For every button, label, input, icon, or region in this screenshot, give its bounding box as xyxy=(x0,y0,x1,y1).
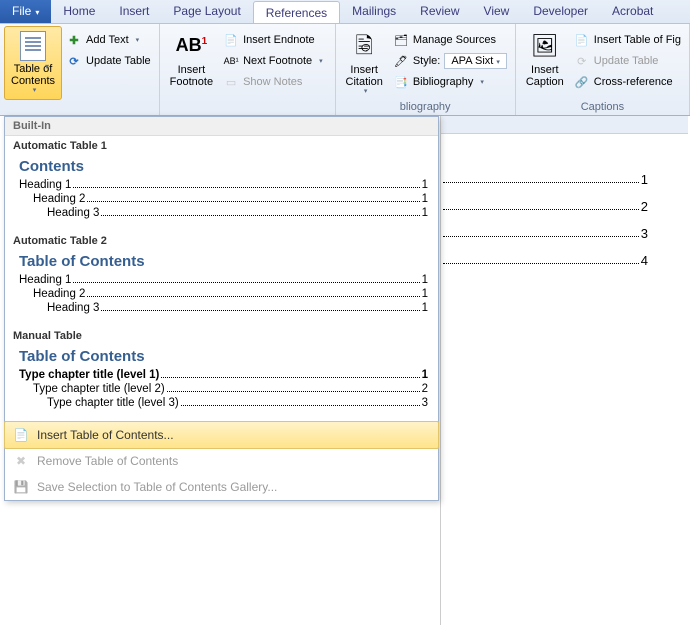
doc-toc-line: 4 xyxy=(441,253,648,268)
tab-page-layout[interactable]: Page Layout xyxy=(161,0,252,23)
save-icon: 💾 xyxy=(13,479,29,495)
tab-insert[interactable]: Insert xyxy=(107,0,161,23)
show-notes-button: ▭ Show Notes xyxy=(219,72,327,92)
cross-reference-button[interactable]: 🔗 Cross-reference xyxy=(570,72,685,92)
tab-file[interactable]: File xyxy=(0,0,51,23)
refresh-icon: ⟳ xyxy=(66,53,82,69)
cross-ref-icon: 🔗 xyxy=(574,74,590,90)
update-table-button[interactable]: ⟳ Update Table xyxy=(62,51,155,71)
doc-toc-line: 1 xyxy=(441,172,648,187)
document-icon: 📄 xyxy=(13,427,29,443)
preview-title: Table of Contents xyxy=(19,348,428,365)
toc-dropdown: Built-In Automatic Table 1 Contents Head… xyxy=(4,116,439,501)
remove-icon: ✖ xyxy=(13,453,29,469)
tab-home[interactable]: Home xyxy=(51,0,107,23)
tab-mailings[interactable]: Mailings xyxy=(340,0,408,23)
caption-icon: 🖼 xyxy=(529,30,561,62)
ruler xyxy=(441,116,688,134)
style-icon: 🖊 xyxy=(393,53,409,69)
citation-style-select[interactable]: 🖊 Style: APA Sixt xyxy=(389,51,511,71)
style-value[interactable]: APA Sixt xyxy=(444,53,507,69)
document-page: 1 2 3 4 xyxy=(440,116,688,625)
insert-caption-button[interactable]: 🖼 Insert Caption xyxy=(520,26,570,100)
toc-gallery-manual[interactable]: Manual Table Table of Contents Type chap… xyxy=(5,326,438,421)
toc-gallery-auto2[interactable]: Automatic Table 2 Table of Contents Head… xyxy=(5,231,438,326)
insert-endnote-button[interactable]: 📄 Insert Endnote xyxy=(219,30,327,50)
bibliography-icon: 📑 xyxy=(393,74,409,90)
update-tof-button: ⟳ Update Table xyxy=(570,51,685,71)
insert-citation-button[interactable]: 🗟 Insert Citation xyxy=(340,26,389,100)
tab-strip: File Home Insert Page Layout References … xyxy=(0,0,690,24)
tab-references[interactable]: References xyxy=(253,1,340,23)
manage-sources-button[interactable]: 🗂 Manage Sources xyxy=(389,30,511,50)
manage-sources-icon: 🗂 xyxy=(393,32,409,48)
ribbon: Table of Contents ✚ Add Text ⟳ Update Ta… xyxy=(0,24,690,116)
tof-icon: 📄 xyxy=(574,32,590,48)
toc-gallery-auto1[interactable]: Automatic Table 1 Contents Heading 11 He… xyxy=(5,136,438,231)
citation-icon: 🗟 xyxy=(348,30,380,62)
preview-title: Table of Contents xyxy=(19,253,428,270)
doc-toc-line: 2 xyxy=(441,199,648,214)
tab-acrobat[interactable]: Acrobat xyxy=(600,0,665,23)
tab-review[interactable]: Review xyxy=(408,0,471,23)
group-label-bibliography: bliography xyxy=(336,99,515,115)
doc-toc-line: 3 xyxy=(441,226,648,241)
save-toc-gallery-action: 💾 Save Selection to Table of Contents Ga… xyxy=(5,474,438,500)
document-icon xyxy=(20,31,46,61)
insert-toc-action[interactable]: 📄 Insert Table of Contents... xyxy=(4,421,439,449)
preview-title: Contents xyxy=(19,158,428,175)
footnote-icon: AB1 xyxy=(176,36,208,56)
endnote-icon: 📄 xyxy=(223,32,239,48)
dropdown-section-builtin: Built-In xyxy=(5,117,438,136)
group-label-captions: Captions xyxy=(516,99,689,115)
show-notes-icon: ▭ xyxy=(223,74,239,90)
next-footnote-button[interactable]: AB¹ Next Footnote xyxy=(219,51,327,71)
remove-toc-action: ✖ Remove Table of Contents xyxy=(5,448,438,474)
insert-footnote-button[interactable]: AB1 Insert Footnote xyxy=(164,26,219,100)
bibliography-button[interactable]: 📑 Bibliography xyxy=(389,72,511,92)
tab-developer[interactable]: Developer xyxy=(521,0,600,23)
add-text-button[interactable]: ✚ Add Text xyxy=(62,30,155,50)
refresh-icon: ⟳ xyxy=(574,53,590,69)
plus-icon: ✚ xyxy=(66,32,82,48)
next-footnote-icon: AB¹ xyxy=(223,53,239,69)
tab-view[interactable]: View xyxy=(472,0,522,23)
table-of-contents-button[interactable]: Table of Contents xyxy=(4,26,62,100)
insert-table-of-figures-button[interactable]: 📄 Insert Table of Fig xyxy=(570,30,685,50)
